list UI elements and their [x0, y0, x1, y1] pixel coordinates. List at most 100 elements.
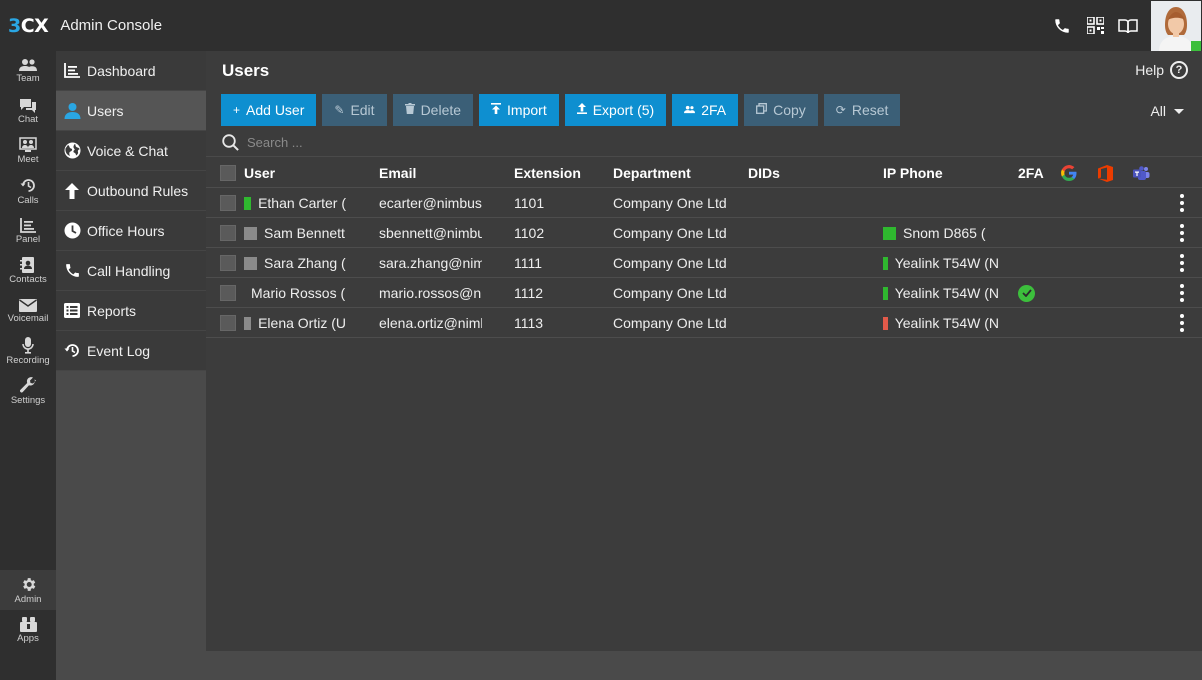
microphone-icon	[22, 336, 34, 354]
rail-panel[interactable]: Panel	[0, 211, 56, 251]
table-row[interactable]: Elena Ortiz (U elena.ortiz@nimb 1113 Com…	[206, 308, 1202, 338]
nav-item-outbound-rules[interactable]: Outbound Rules	[56, 171, 206, 211]
panel-icon	[20, 217, 36, 233]
header-department[interactable]: Department	[613, 158, 738, 188]
dids-cell	[748, 218, 848, 248]
nav-item-reports[interactable]: Reports	[56, 291, 206, 331]
rail-settings[interactable]: Settings	[0, 371, 56, 411]
3cx-logo[interactable]: 3CX	[8, 15, 49, 37]
users-icon	[684, 103, 696, 117]
gear-icon	[22, 577, 35, 591]
department-cell: Company One Ltd	[613, 225, 727, 241]
rail-admin[interactable]: Admin	[0, 570, 56, 610]
user-cell: Sara Zhang (	[244, 248, 346, 278]
ip-phone-cell: Snom D865 (	[883, 218, 999, 248]
rail-voicemail[interactable]: Voicemail	[0, 291, 56, 331]
header-dids[interactable]: DIDs	[748, 158, 848, 188]
help-icon: ?	[1170, 61, 1188, 79]
email-cell: elena.ortiz@nimb	[379, 315, 482, 331]
extension-cell: 1101	[514, 195, 545, 211]
reset-button[interactable]: ⟳ Reset	[823, 94, 901, 126]
row-checkbox[interactable]	[220, 285, 236, 301]
row-checkbox[interactable]	[220, 255, 236, 271]
row-checkbox[interactable]	[220, 315, 236, 331]
nav-item-event-log[interactable]: Event Log	[56, 331, 206, 371]
phone-status-indicator	[883, 256, 888, 270]
user-cell: Elena Ortiz (U	[244, 308, 346, 338]
table-row[interactable]: Mario Rossos (U mario.rossos@ni 1112 Com…	[206, 278, 1202, 308]
phone-status-indicator	[883, 286, 888, 300]
filter-dropdown[interactable]: All	[1150, 103, 1184, 119]
nav-item-dashboard[interactable]: Dashboard	[56, 51, 206, 91]
nav-item-call-handling[interactable]: Call Handling	[56, 251, 206, 291]
twofa-enabled-check-icon	[1018, 284, 1035, 302]
help-link[interactable]: Help ?	[1135, 61, 1188, 79]
row-checkbox[interactable]	[220, 225, 236, 241]
meet-icon	[19, 137, 37, 152]
search-icon	[222, 134, 239, 151]
import-button[interactable]: Import	[479, 94, 559, 126]
ip-phone-name: Yealink T54W (N	[894, 285, 999, 301]
row-menu-button[interactable]	[1176, 308, 1188, 338]
nav-item-voice-chat[interactable]: Voice & Chat	[56, 131, 206, 171]
delete-button[interactable]: Delete	[392, 94, 474, 126]
copy-button[interactable]: Copy	[744, 94, 818, 126]
ip-phone-cell	[883, 188, 999, 218]
history-icon	[63, 342, 81, 360]
user-status-indicator	[244, 226, 257, 240]
header-email[interactable]: Email	[379, 158, 482, 188]
extension-cell: 1113	[514, 315, 544, 331]
rail-team[interactable]: Team	[0, 51, 56, 91]
phone-status-indicator	[883, 226, 896, 240]
header-2fa[interactable]: 2FA	[1018, 158, 1048, 188]
email-cell: sara.zhang@nim	[379, 255, 482, 271]
department-cell: Company One Ltd	[613, 255, 727, 271]
row-menu-button[interactable]	[1176, 278, 1188, 308]
rail-chat[interactable]: Chat	[0, 91, 56, 131]
search-bar	[206, 129, 1202, 157]
select-all-checkbox[interactable]	[220, 165, 236, 181]
reports-icon	[63, 302, 81, 320]
search-input[interactable]	[247, 135, 547, 150]
rail-contacts[interactable]: Contacts	[0, 251, 56, 291]
rail-meet[interactable]: Meet	[0, 131, 56, 171]
department-cell: Company One Ltd	[613, 285, 727, 301]
row-menu-button[interactable]	[1176, 188, 1188, 218]
header-extension[interactable]: Extension	[514, 158, 604, 188]
refresh-icon: ⟳	[835, 103, 846, 117]
book-icon[interactable]	[1118, 16, 1138, 36]
rail-calls[interactable]: Calls	[0, 171, 56, 211]
more-vertical-icon	[1180, 313, 1184, 334]
header-user[interactable]: User	[244, 158, 346, 188]
nav-item-users[interactable]: Users	[56, 91, 206, 131]
edit-button[interactable]: ✎ Edit	[322, 94, 387, 126]
phone-icon[interactable]	[1052, 16, 1072, 36]
rail-apps[interactable]: Apps	[0, 610, 56, 650]
email-cell: mario.rossos@ni	[379, 285, 482, 301]
row-menu-button[interactable]	[1176, 218, 1188, 248]
add-user-button[interactable]: + Add User	[221, 94, 317, 126]
qr-code-icon[interactable]	[1085, 16, 1105, 36]
department-cell: Company One Ltd	[613, 315, 727, 331]
rail-recording[interactable]: Recording	[0, 331, 56, 371]
page-title: Users	[222, 61, 270, 80]
table-row[interactable]: Sam Bennett sbennett@nimbu 1102 Company …	[206, 218, 1202, 248]
clock-icon	[63, 222, 81, 240]
export-button[interactable]: Export (5)	[564, 94, 667, 126]
user-avatar[interactable]	[1151, 0, 1201, 51]
table-row[interactable]: Sara Zhang ( sara.zhang@nim 1111 Company…	[206, 248, 1202, 278]
two-factor-button[interactable]: 2FA	[672, 94, 739, 126]
import-icon	[491, 103, 502, 117]
app-title: Admin Console	[60, 17, 163, 34]
nav-item-office-hours[interactable]: Office Hours	[56, 211, 206, 251]
row-checkbox[interactable]	[220, 195, 236, 211]
table-row[interactable]: Ethan Carter ( ecarter@nimbusl 1101 Comp…	[206, 188, 1202, 218]
phone-status-indicator	[883, 316, 888, 330]
header-ip-phone[interactable]: IP Phone	[883, 158, 999, 188]
envelope-icon	[19, 298, 37, 312]
toolbar: + Add User ✎ Edit Delete Import Export (5)…	[221, 94, 906, 126]
row-menu-button[interactable]	[1176, 248, 1188, 278]
more-vertical-icon	[1180, 283, 1184, 304]
arrow-up-icon	[63, 182, 81, 200]
user-name: Sara Zhang (	[264, 255, 346, 271]
